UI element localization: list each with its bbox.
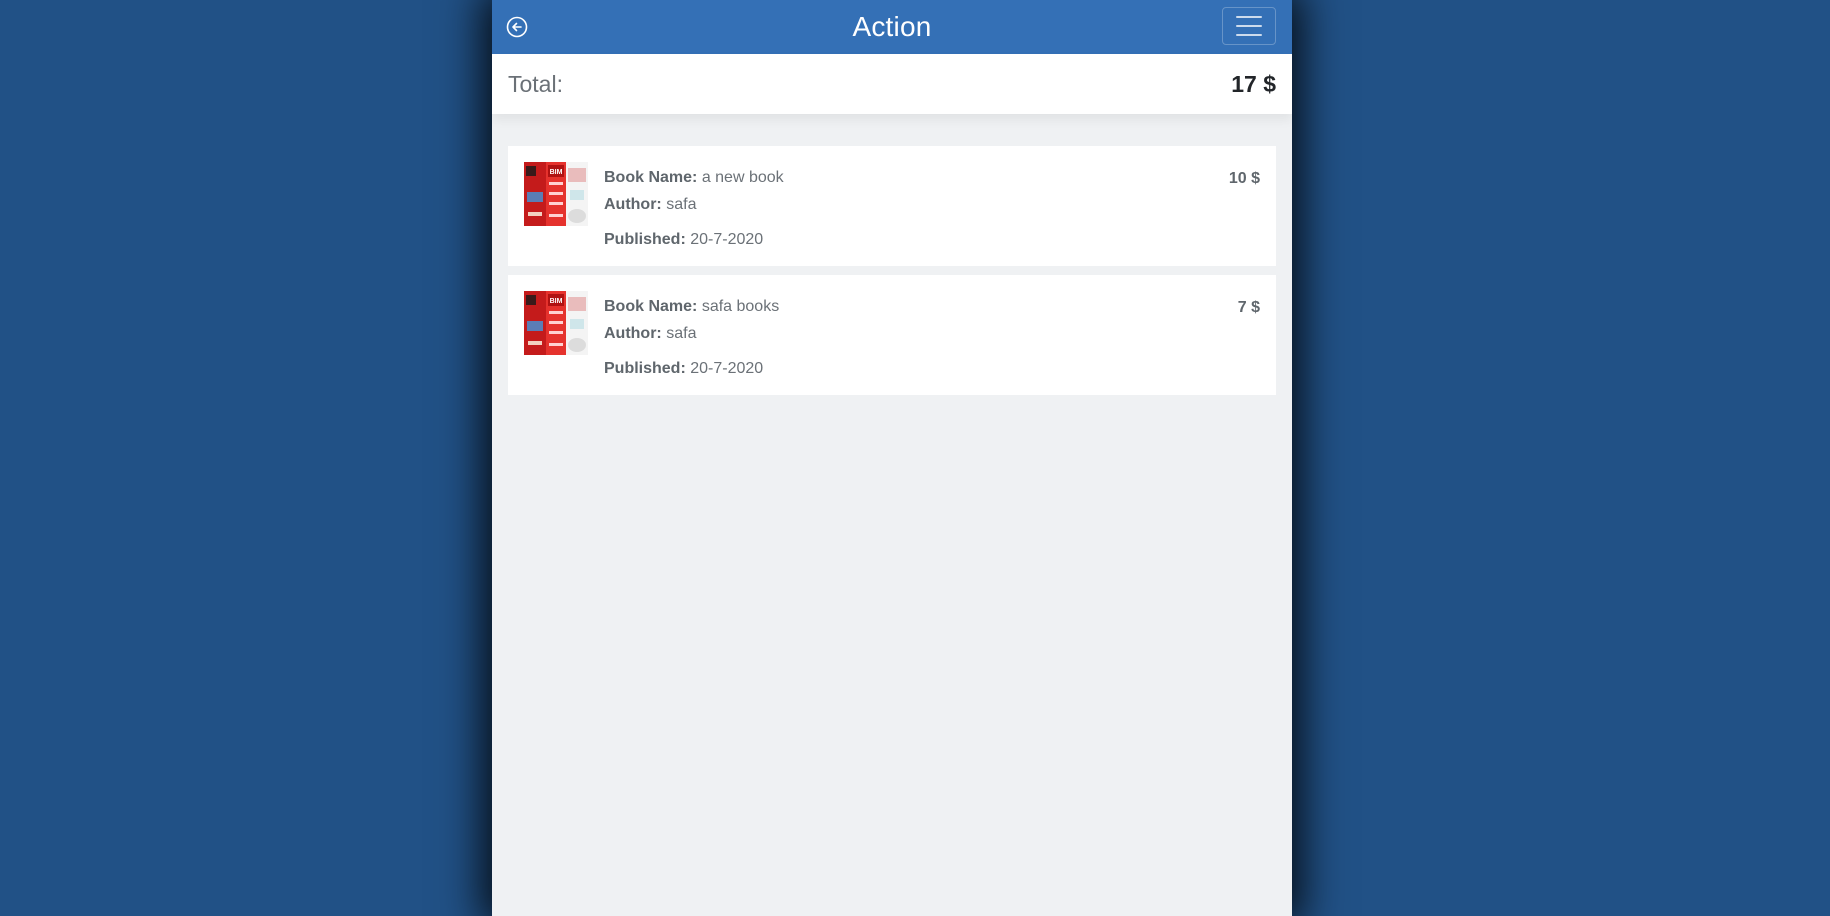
arrow-left-circle-icon	[506, 16, 528, 38]
book-card[interactable]: BIM Book Name: a new book Author: safa P…	[508, 146, 1276, 266]
book-name-label: Book Name:	[604, 169, 698, 186]
author-label: Author:	[604, 325, 662, 342]
book-name-value: safa books	[701, 298, 780, 315]
app-container: Action Total: 17 $ BIM Book Name: a new …	[492, 0, 1292, 916]
top-navbar: Action	[492, 0, 1292, 54]
author-label: Author:	[604, 196, 662, 213]
author-value: safa	[666, 325, 697, 342]
book-cover-image: BIM	[524, 291, 588, 355]
book-price: 7 $	[1237, 299, 1260, 316]
hamburger-menu-icon-bar	[1236, 25, 1262, 27]
author-row: Author: safa	[604, 326, 696, 342]
svg-text:BIM: BIM	[550, 298, 563, 305]
svg-text:BIM: BIM	[550, 169, 563, 176]
author-row: Author: safa	[604, 197, 696, 213]
book-list: BIM Book Name: a new book Author: safa P…	[492, 114, 1292, 395]
author-value: safa	[666, 196, 697, 213]
published-row: Published: 20-7-2020	[604, 361, 763, 377]
total-summary: Total: 17 $	[492, 54, 1292, 114]
published-row: Published: 20-7-2020	[604, 232, 763, 248]
book-name-label: Book Name:	[604, 298, 698, 315]
total-label: Total:	[508, 70, 563, 97]
book-name-row: Book Name: safa books	[604, 299, 779, 315]
hamburger-menu-icon	[1236, 16, 1262, 18]
book-card[interactable]: BIM Book Name: safa books Author: safa P…	[508, 275, 1276, 395]
published-value: 20-7-2020	[690, 360, 764, 377]
book-name-row: Book Name: a new book	[604, 170, 784, 186]
published-label: Published:	[604, 231, 686, 248]
hamburger-menu-icon-bar	[1236, 34, 1262, 36]
book-price: 10 $	[1228, 170, 1260, 187]
published-label: Published:	[604, 360, 686, 377]
book-cover-image: BIM	[524, 162, 588, 226]
back-button[interactable]	[506, 16, 528, 38]
total-value: 17 $	[1231, 70, 1276, 97]
book-name-value: a new book	[701, 169, 784, 186]
menu-toggle-button[interactable]	[1222, 7, 1276, 45]
page-title: Action	[852, 11, 932, 42]
published-value: 20-7-2020	[690, 231, 764, 248]
